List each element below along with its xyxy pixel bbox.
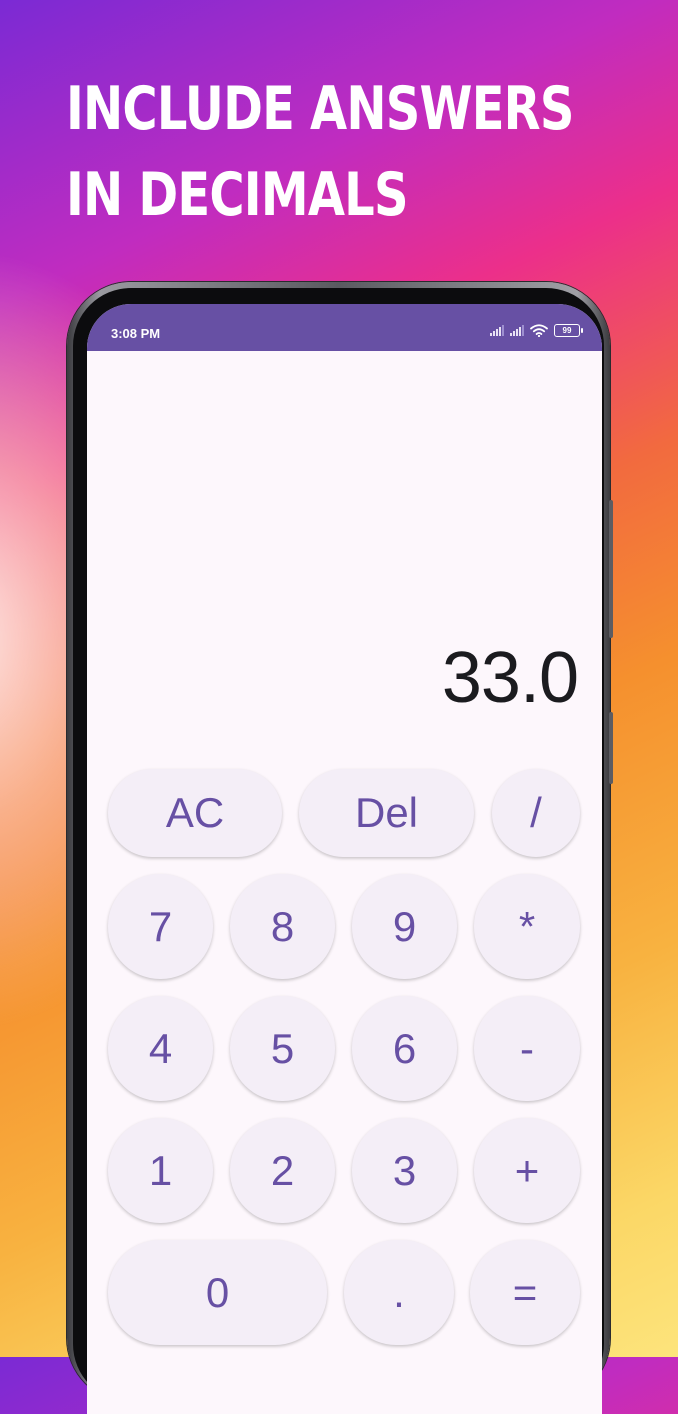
volume-button xyxy=(609,500,613,638)
minus-button[interactable]: - xyxy=(474,996,580,1101)
digit-2-button[interactable]: 2 xyxy=(230,1118,335,1223)
battery-icon: 99 xyxy=(554,324,583,337)
digit-0-button[interactable]: 0 xyxy=(108,1240,327,1345)
clear-all-button[interactable]: AC xyxy=(108,769,282,857)
power-button xyxy=(609,712,613,784)
wifi-icon xyxy=(530,324,548,337)
digit-1-button[interactable]: 1 xyxy=(108,1118,213,1223)
signal-icon xyxy=(510,325,524,336)
digit-6-button[interactable]: 6 xyxy=(352,996,457,1101)
digit-9-button[interactable]: 9 xyxy=(352,874,457,979)
phone-bezel: 3:08 PM 99 33.0 AC Del / 7 8 9 * 4 5 6 -… xyxy=(73,288,604,1414)
status-icons: 99 xyxy=(490,324,583,337)
digit-8-button[interactable]: 8 xyxy=(230,874,335,979)
decimal-point-button[interactable]: . xyxy=(344,1240,454,1345)
digit-5-button[interactable]: 5 xyxy=(230,996,335,1101)
promo-headline-line-1: INCLUDE ANSWERS xyxy=(66,74,574,144)
status-time: 3:08 PM xyxy=(111,326,161,341)
calculator-screen: 3:08 PM 99 33.0 AC Del / 7 8 9 * 4 5 6 -… xyxy=(87,304,602,1414)
plus-button[interactable]: + xyxy=(474,1118,580,1223)
equals-button[interactable]: = xyxy=(470,1240,580,1345)
status-bar: 3:08 PM 99 xyxy=(87,304,602,351)
multiply-button[interactable]: * xyxy=(474,874,580,979)
divide-button[interactable]: / xyxy=(492,769,580,857)
delete-button[interactable]: Del xyxy=(299,769,474,857)
signal-icon xyxy=(490,325,504,336)
result-display: 33.0 xyxy=(441,638,579,718)
digit-7-button[interactable]: 7 xyxy=(108,874,213,979)
promo-headline: INCLUDE ANSWERS IN DECIMALS xyxy=(66,66,574,238)
phone-frame: 3:08 PM 99 33.0 AC Del / 7 8 9 * 4 5 6 -… xyxy=(67,282,613,1414)
promo-headline-line-2: IN DECIMALS xyxy=(66,160,409,230)
digit-3-button[interactable]: 3 xyxy=(352,1118,457,1223)
digit-4-button[interactable]: 4 xyxy=(108,996,213,1101)
